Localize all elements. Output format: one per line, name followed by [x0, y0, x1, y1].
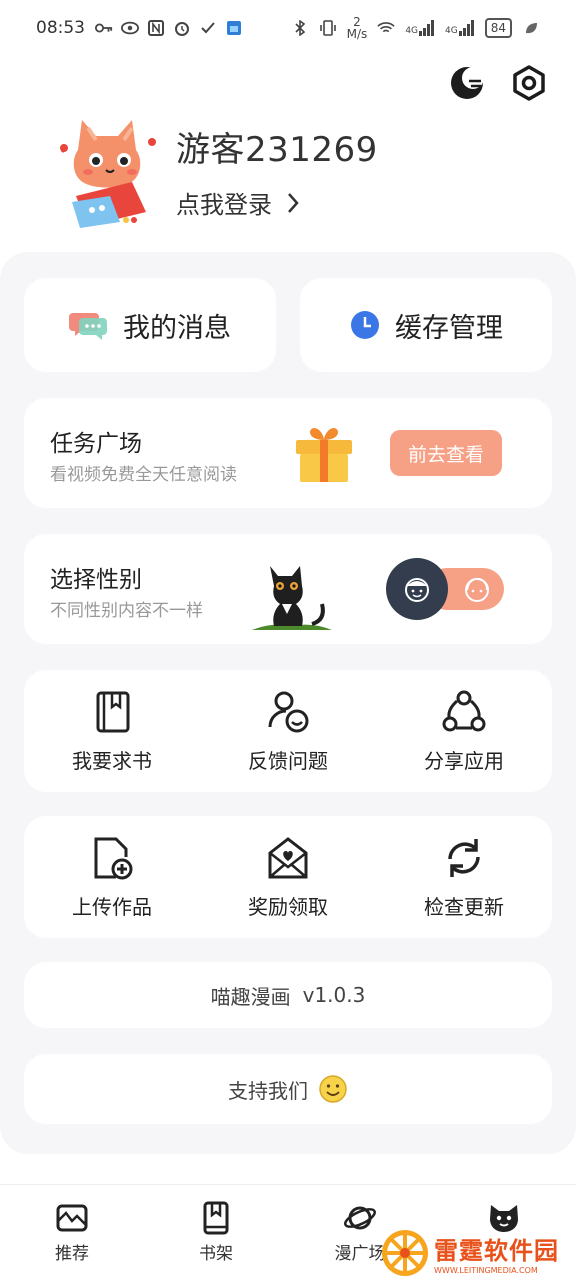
support-label: 支持我们	[228, 1078, 308, 1103]
gender-select-card[interactable]: 选择性别 不同性别内容不一样	[24, 534, 552, 644]
app-version: v1.0.3	[302, 983, 366, 1007]
check-update-label: 检查更新	[424, 894, 504, 919]
watermark-logo	[382, 1230, 428, 1276]
settings-gear-icon	[513, 65, 545, 101]
night-mode-icon	[451, 67, 484, 99]
theme-toggle-button[interactable]	[448, 64, 486, 102]
eye-icon	[121, 21, 139, 35]
upload-icon	[94, 837, 133, 879]
status-left-icons	[95, 20, 243, 36]
gender-subtitle: 不同性别内容不一样	[50, 601, 203, 621]
request-book-button[interactable]: 我要求书	[24, 670, 200, 792]
check-update-button[interactable]: 检查更新	[376, 816, 552, 938]
app-name: 喵趣漫画	[210, 984, 291, 1009]
main-panel: 我的消息 缓存管理 任务广场 看视频免费全天任意阅读 前去查看 选择性别 不同性…	[0, 252, 576, 1154]
bookshelf-icon	[203, 1201, 229, 1235]
task-square-card[interactable]: 任务广场 看视频免费全天任意阅读 前去查看	[24, 398, 552, 508]
signal-label: 4G	[405, 26, 419, 36]
gender-title: 选择性别	[50, 567, 142, 593]
share-icon	[442, 690, 486, 731]
header-actions	[448, 64, 548, 102]
net-speed-unit: M/s	[346, 27, 368, 41]
feedback-button[interactable]: 反馈问题	[200, 670, 376, 792]
gender-male-knob[interactable]	[386, 558, 448, 620]
female-face-icon[interactable]	[462, 574, 492, 604]
my-messages-button[interactable]: 我的消息	[24, 278, 276, 372]
watermark-text: 雷霆软件园 WWW.LEITINGMEDIA.COM	[434, 1231, 559, 1275]
signal-label: 4G	[445, 26, 458, 36]
chevron-right-icon	[288, 192, 299, 213]
feedback-label: 反馈问题	[248, 748, 328, 773]
alarm-icon	[175, 22, 189, 36]
message-icon	[69, 313, 107, 340]
request-book-label: 我要求书	[72, 748, 152, 773]
leaf-icon	[526, 23, 537, 34]
battery-level: 84	[484, 18, 512, 38]
recommend-icon	[56, 1204, 88, 1232]
gift-icon	[296, 428, 352, 482]
username: 游客231269	[176, 130, 378, 170]
claim-reward-label: 奖励领取	[248, 894, 328, 919]
nav-recommend-label: 推荐	[55, 1244, 89, 1264]
signal-bars-icon	[458, 20, 474, 36]
my-messages-label: 我的消息	[123, 312, 231, 344]
claim-reward-button[interactable]: 奖励领取	[200, 816, 376, 938]
app-thumb-icon	[227, 21, 241, 35]
app-notify-icon	[201, 22, 215, 34]
support-us-button[interactable]: 支持我们	[24, 1054, 552, 1124]
smiley-icon	[319, 1075, 347, 1103]
upload-work-button[interactable]: 上传作品	[24, 816, 200, 938]
go-view-button[interactable]: 前去查看	[390, 430, 502, 476]
profile-text: 游客231269 点我登录	[176, 122, 378, 220]
nav-bookshelf[interactable]: 书架	[144, 1185, 288, 1280]
login-link[interactable]: 点我登录	[176, 185, 378, 220]
feedback-icon	[268, 691, 309, 732]
nfc-icon	[148, 20, 164, 36]
gender-toggle[interactable]	[386, 558, 504, 620]
login-label: 点我登录	[176, 191, 272, 219]
reward-envelope-icon	[268, 836, 308, 878]
watermark: 雷霆软件园 WWW.LEITINGMEDIA.COM	[380, 1226, 576, 1280]
refresh-icon	[448, 838, 480, 877]
cache-management-button[interactable]: 缓存管理	[300, 278, 552, 372]
net-speed: 2 M/s	[347, 16, 368, 40]
profile-section[interactable]: 游客231269 点我登录	[52, 112, 378, 230]
signal-4g-1: 4G	[405, 20, 435, 36]
version-info: 喵趣漫画 v1.0.3	[24, 962, 552, 1028]
task-title: 任务广场	[50, 431, 142, 457]
settings-button[interactable]	[510, 64, 548, 102]
nav-comic-square-label: 漫广场	[334, 1244, 386, 1264]
tools-row-1: 我要求书 反馈问题 分享应用	[24, 670, 552, 792]
share-app-label: 分享应用	[424, 748, 504, 773]
tools-row-2: 上传作品 奖励领取 检查更新	[24, 816, 552, 938]
vibrate-icon	[319, 20, 336, 36]
planet-icon	[344, 1206, 376, 1230]
black-cat-illustration	[252, 566, 332, 630]
bluetooth-icon	[295, 20, 305, 36]
watermark-url: WWW.LEITINGMEDIA.COM	[434, 1266, 538, 1275]
signal-4g-2: 4G	[445, 20, 475, 36]
book-icon	[96, 691, 130, 732]
clock-icon	[351, 311, 379, 339]
status-time: 08:53	[36, 18, 85, 38]
watermark-title: 雷霆软件园	[434, 1237, 559, 1265]
nav-bookshelf-label: 书架	[199, 1244, 233, 1264]
task-subtitle: 看视频免费全天任意阅读	[50, 465, 237, 485]
share-app-button[interactable]: 分享应用	[376, 670, 552, 792]
cache-management-label: 缓存管理	[395, 312, 503, 344]
signal-bars-icon	[419, 20, 435, 36]
male-face-icon	[405, 578, 429, 602]
upload-work-label: 上传作品	[72, 894, 152, 919]
status-right-icons: 2 M/s 4G 4G 84	[291, 16, 540, 40]
key-icon	[95, 23, 113, 33]
avatar	[60, 120, 156, 228]
wifi-icon	[377, 22, 395, 33]
nav-recommend[interactable]: 推荐	[0, 1185, 144, 1280]
status-bar: 08:53 2 M/s 4G 4G 84	[0, 0, 576, 56]
